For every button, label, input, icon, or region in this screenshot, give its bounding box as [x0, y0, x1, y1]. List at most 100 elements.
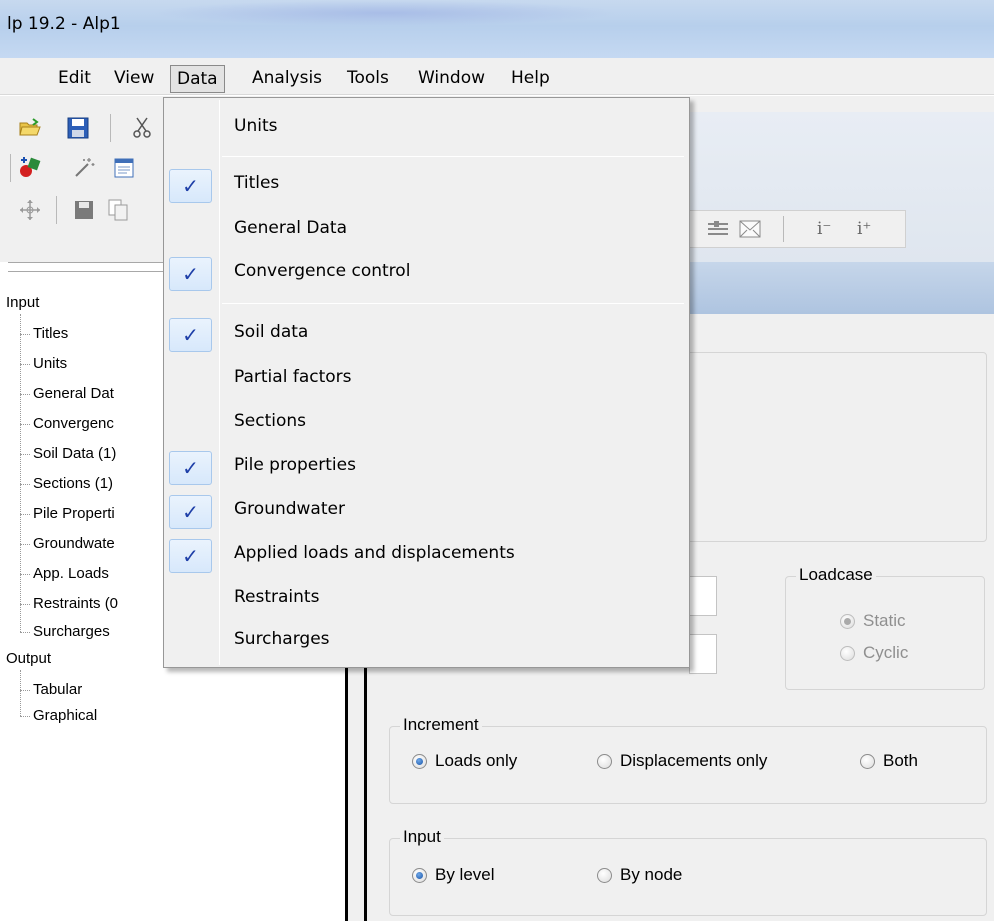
check-icon: ✓	[169, 539, 212, 573]
tree-connector	[20, 484, 30, 485]
tree-item-sections[interactable]: Sections (1)	[33, 475, 113, 492]
menu-item-convergence-control[interactable]: ✓ Convergence control	[164, 253, 689, 293]
tree-connector	[20, 424, 30, 425]
check-icon: ✓	[169, 169, 212, 203]
wand-icon[interactable]	[72, 156, 96, 180]
value-field-1[interactable]	[689, 576, 717, 616]
menu-item-sections[interactable]: Sections	[164, 403, 689, 443]
save-small-icon[interactable]	[72, 198, 96, 222]
menu-item-restraints-label: Restraints	[234, 587, 320, 607]
radio-static-dot	[840, 613, 855, 629]
save-icon[interactable]	[66, 116, 90, 140]
radio-static-label: Static	[863, 611, 906, 630]
radio-by-level-label: By level	[435, 865, 495, 884]
menu-item-partial-factors[interactable]: Partial factors	[164, 359, 689, 399]
tree-item-tabular[interactable]: Tabular	[33, 681, 82, 698]
loadcase-group: Loadcase Static Cyclic	[785, 565, 985, 690]
menu-item-pile-properties[interactable]: ✓ Pile properties	[164, 447, 689, 487]
menu-item-surcharges[interactable]: Surcharges	[164, 621, 689, 661]
radio-both[interactable]: Both	[860, 751, 918, 771]
move-icon[interactable]	[18, 198, 42, 222]
tree-item-convergence[interactable]: Convergenc	[33, 415, 114, 432]
menu-item-groundwater[interactable]: ✓ Groundwater	[164, 491, 689, 531]
tree-connector	[20, 670, 21, 716]
radio-by-level[interactable]: By level	[412, 865, 495, 885]
menu-bar: Edit View Data Analysis Tools Window Hel…	[0, 58, 994, 95]
tree-item-pile-properties[interactable]: Pile Properti	[33, 505, 115, 522]
menu-item-partial-factors-label: Partial factors	[234, 367, 352, 387]
menu-separator	[222, 303, 684, 304]
tree-item-restraints[interactable]: Restraints (0	[33, 595, 118, 612]
menu-item-applied-loads[interactable]: ✓ Applied loads and displacements	[164, 535, 689, 575]
radio-static[interactable]: Static	[840, 611, 906, 631]
radio-by-node[interactable]: By node	[597, 865, 682, 885]
menu-edit[interactable]: Edit	[52, 65, 97, 93]
toolbar-separator	[56, 196, 57, 224]
menu-item-restraints[interactable]: Restraints	[164, 579, 689, 619]
menu-item-titles[interactable]: ✓ Titles	[164, 165, 689, 205]
tree-item-app-loads[interactable]: App. Loads	[33, 565, 109, 582]
toolbar-separator	[110, 114, 111, 142]
menu-view[interactable]: View	[108, 65, 160, 93]
tree-connector	[20, 334, 30, 335]
radio-both-label: Both	[883, 751, 918, 770]
radio-loads-only-label: Loads only	[435, 751, 518, 770]
menu-item-general-data-label: General Data	[234, 218, 347, 238]
menu-item-surcharges-label: Surcharges	[234, 629, 330, 649]
radio-displacements-only-dot	[597, 753, 612, 769]
check-icon: ✓	[169, 318, 212, 352]
secondary-toolbar: i⁻ i⁺	[688, 210, 906, 248]
increment-group: Increment Loads only Displacements only …	[389, 715, 987, 804]
menu-item-sections-label: Sections	[234, 411, 307, 431]
increase-indent-button[interactable]: i⁺	[857, 219, 871, 239]
tree-connector	[20, 690, 30, 691]
increment-title: Increment	[400, 715, 482, 735]
radio-displacements-only[interactable]: Displacements only	[597, 751, 767, 771]
envelope-icon[interactable]	[739, 220, 761, 238]
radio-displacements-only-label: Displacements only	[620, 751, 768, 770]
decrease-indent-button[interactable]: i⁻	[817, 219, 831, 239]
tree-item-general-data[interactable]: General Dat	[33, 385, 114, 402]
tree-input[interactable]: Input	[6, 294, 39, 311]
loadcase-title: Loadcase	[796, 565, 876, 585]
cut-icon[interactable]	[130, 116, 154, 140]
menu-item-general-data[interactable]: General Data	[164, 210, 689, 250]
tree-item-surcharges[interactable]: Surcharges	[33, 623, 110, 640]
radio-cyclic[interactable]: Cyclic	[840, 643, 908, 663]
grid-icon[interactable]	[707, 219, 729, 239]
tree-output[interactable]: Output	[6, 650, 51, 667]
menu-item-soil-data-label: Soil data	[234, 322, 309, 342]
menu-tools[interactable]: Tools	[341, 65, 395, 93]
menu-data[interactable]: Data	[170, 65, 225, 93]
menu-analysis[interactable]: Analysis	[246, 65, 328, 93]
tree-item-soil-data[interactable]: Soil Data (1)	[33, 445, 116, 462]
radio-both-dot	[860, 753, 875, 769]
tree-connector	[20, 394, 30, 395]
radio-by-node-label: By node	[620, 865, 683, 884]
open-folder-icon[interactable]	[18, 116, 42, 140]
value-field-2[interactable]	[689, 634, 717, 674]
menu-item-titles-label: Titles	[234, 173, 280, 193]
menu-help[interactable]: Help	[505, 65, 556, 93]
menu-item-units-label: Units	[234, 116, 278, 136]
tree-item-graphical[interactable]: Graphical	[33, 707, 97, 724]
copy-icon[interactable]	[106, 198, 130, 222]
menu-item-soil-data[interactable]: ✓ Soil data	[164, 314, 689, 354]
menu-item-applied-loads-label: Applied loads and displacements	[234, 543, 515, 563]
tree-item-titles[interactable]: Titles	[33, 325, 68, 342]
menu-item-groundwater-label: Groundwater	[234, 499, 345, 519]
title-glow	[150, 0, 620, 26]
menu-item-units[interactable]: Units	[164, 108, 689, 148]
radio-by-node-dot	[597, 867, 612, 883]
window-icon[interactable]	[112, 156, 136, 180]
tree-item-groundwater[interactable]: Groundwate	[33, 535, 115, 552]
toolbar-separator	[783, 216, 784, 242]
tree-item-units[interactable]: Units	[33, 355, 67, 372]
menu-window[interactable]: Window	[412, 65, 491, 93]
window-title: lp 19.2 - Alp1	[7, 14, 121, 34]
add-shape-icon[interactable]	[18, 156, 42, 180]
input-group-title: Input	[400, 827, 444, 847]
radio-cyclic-label: Cyclic	[863, 643, 909, 662]
radio-loads-only[interactable]: Loads only	[412, 751, 517, 771]
toolbar-separator	[10, 154, 11, 182]
